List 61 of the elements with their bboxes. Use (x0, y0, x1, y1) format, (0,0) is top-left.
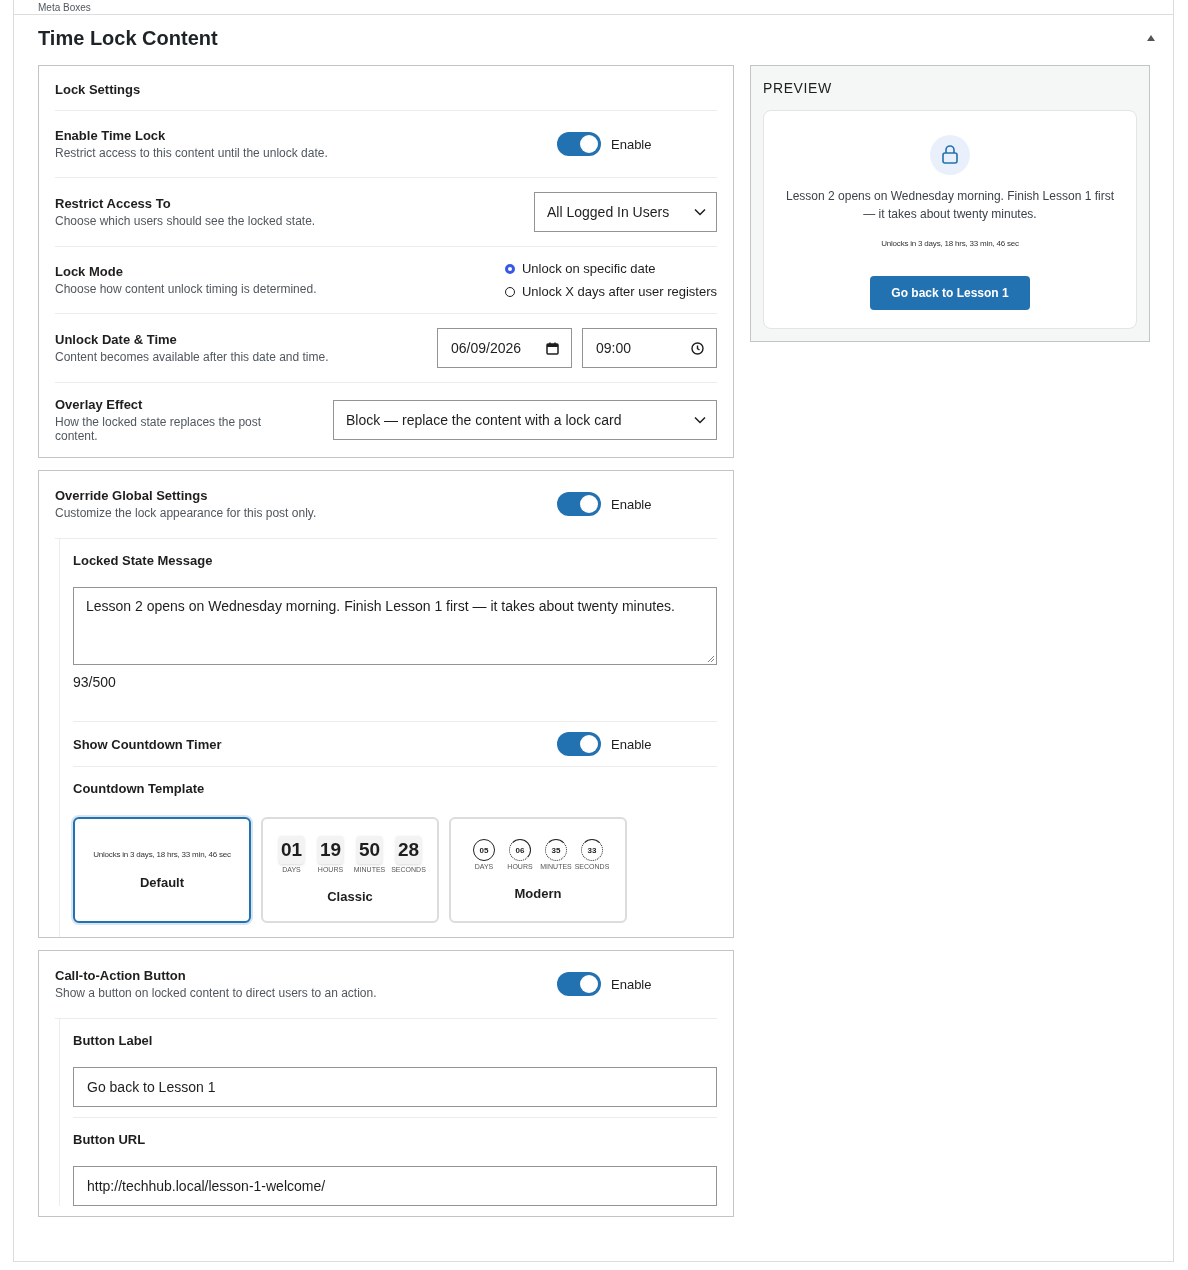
setting-description: Content becomes available after this date and time. (55, 350, 329, 364)
field-label: Countdown Template (73, 781, 205, 796)
radio-button[interactable] (504, 263, 515, 274)
select-dropdown[interactable]: All Logged In Users (534, 192, 717, 232)
setting-label: Unlock Date & Time (55, 332, 178, 347)
toggle-switch[interactable] (557, 972, 601, 996)
setting-label: Override Global Settings (55, 488, 209, 503)
collapse-icon[interactable] (1146, 34, 1156, 42)
setting-description: Show a button on locked content to direct users to an action. (55, 986, 377, 1000)
countdown-text: Unlocks in 3 days, 18 hrs, 33 min, 46 sec (881, 239, 1019, 248)
setting-description: Restrict access to this content until the unlock date. (55, 146, 328, 160)
radio-label: Unlock X days after user registers (521, 284, 717, 299)
flip-digit: 28 (395, 836, 422, 864)
countdown-text: Unlocks in 3 days, 18 hrs, 33 min, 46 sec (93, 850, 231, 859)
padlock-icon (930, 135, 970, 175)
setting-label: Show Countdown Timer (73, 736, 222, 752)
toggle-label: Enable (611, 736, 652, 752)
date-field[interactable]: 06/09/2026 (437, 328, 572, 368)
field-label: Locked State Message (73, 553, 213, 568)
setting-description: Choose which users should see the locked state. (55, 214, 316, 228)
section-heading: Lock Settings (55, 82, 141, 97)
toggle-label: Enable (611, 496, 652, 512)
toggle-label: Enable (611, 976, 652, 992)
flip-digit: 19 (317, 836, 344, 864)
radio-label: Unlock on specific date (521, 261, 656, 276)
template-name: Classic (327, 889, 373, 904)
field-label: Button URL (73, 1132, 146, 1147)
setting-label: Enable Time Lock (55, 128, 167, 143)
text-field[interactable]: Go back to Lesson 1 (73, 1067, 717, 1107)
cta-button[interactable]: Go back to Lesson 1 (870, 276, 1030, 310)
select-dropdown[interactable]: Block — replace the content with a lock card (333, 400, 717, 440)
template-name: Default (139, 875, 185, 890)
setting-description: Customize the lock appearance for this post only. (55, 506, 317, 520)
field-label: Button Label (73, 1033, 153, 1048)
toggle-switch[interactable] (557, 732, 601, 756)
toggle-switch[interactable] (557, 492, 601, 516)
toggle-label: Enable (611, 136, 652, 152)
resize-handle-icon[interactable] (707, 655, 715, 663)
template-name: Modern (514, 886, 562, 901)
setting-description: How the locked state replaces the post content. (55, 415, 263, 443)
panel-title: Time Lock Content (38, 26, 218, 50)
template-option[interactable]: Unlocks in 3 days, 18 hrs, 33 min, 46 sec Default (73, 817, 251, 923)
section-label: Meta Boxes (38, 2, 91, 14)
chevron-down-icon (694, 416, 706, 424)
toggle-switch[interactable] (557, 132, 601, 156)
preview-heading: PREVIEW (763, 80, 833, 96)
lock-message: Lesson 2 opens on Wednesday morning. Finish Lesson 1 first — it takes about twenty minutes. (785, 188, 1115, 223)
calendar-icon (546, 341, 559, 355)
time-field[interactable]: 09:00 (582, 328, 717, 368)
message-textarea[interactable]: Lesson 2 opens on Wednesday morning. Finish Lesson 1 first — it takes about twenty minutes. (73, 587, 717, 665)
character-counter: 93/500 (73, 674, 116, 690)
setting-label: Call-to-Action Button (55, 968, 187, 983)
text-field[interactable]: http://techhub.local/lesson-1-welcome/ (73, 1166, 717, 1206)
setting-label: Overlay Effect (55, 397, 144, 412)
chevron-down-icon (694, 208, 706, 216)
flip-digit: 50 (356, 836, 383, 864)
setting-label: Lock Mode (55, 264, 124, 279)
setting-label: Restrict Access To (55, 196, 172, 211)
clock-icon (691, 341, 704, 355)
setting-description: Choose how content unlock timing is determined. (55, 282, 317, 296)
flip-digit: 01 (278, 836, 305, 864)
